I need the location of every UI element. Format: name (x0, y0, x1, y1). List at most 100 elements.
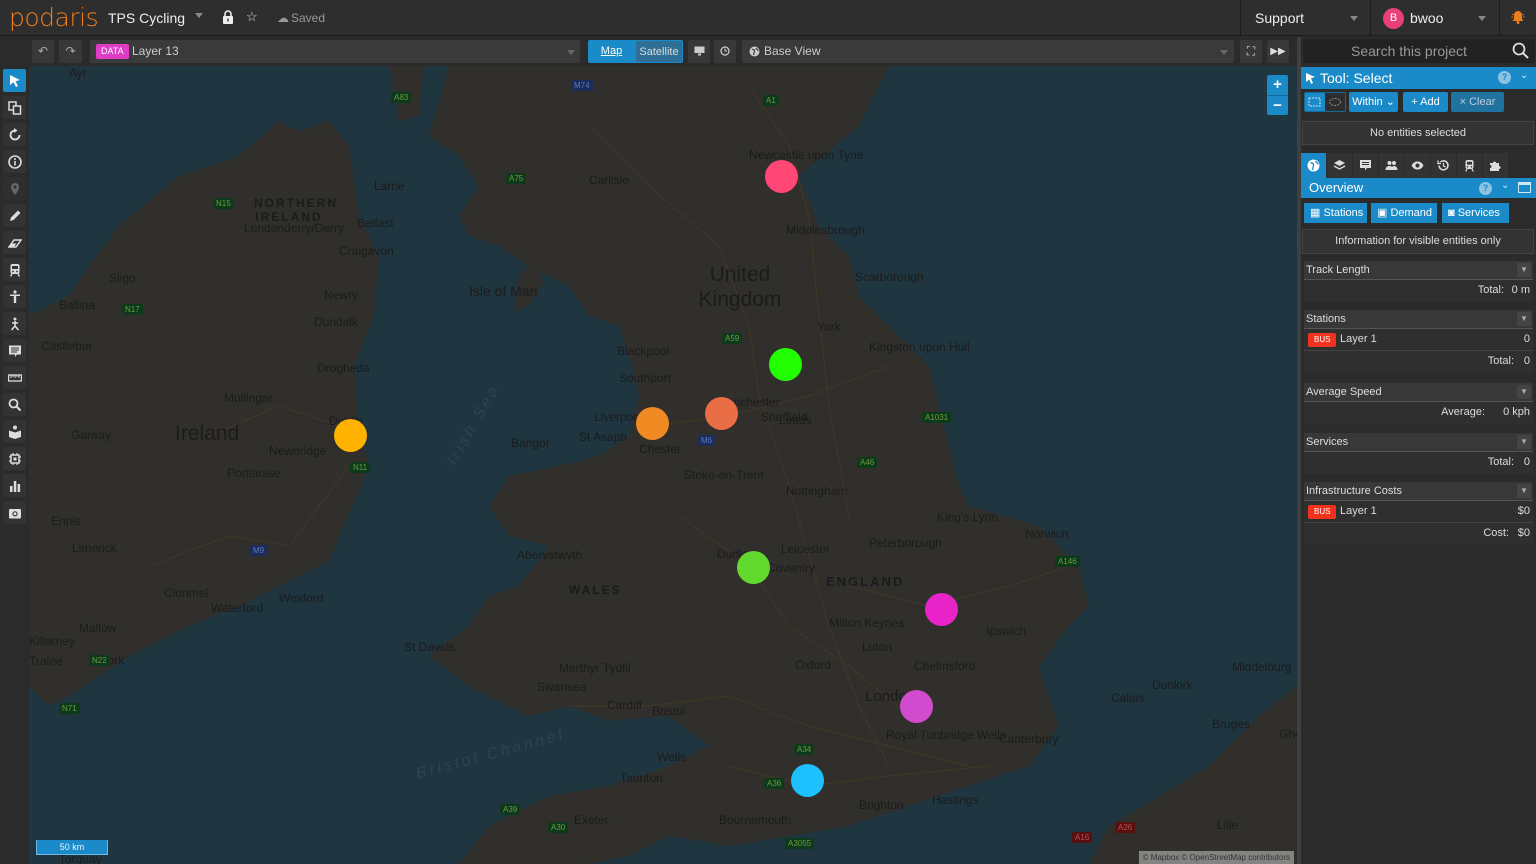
rotate-tool[interactable] (3, 123, 26, 146)
search-icon[interactable] (1512, 42, 1529, 59)
podaris-logo[interactable]: podaris (9, 3, 99, 32)
popout-icon[interactable] (1518, 182, 1531, 193)
station-marker-leeds[interactable] (769, 348, 802, 381)
station-marker-london[interactable] (900, 690, 933, 723)
undo-button[interactable]: ↶ (32, 40, 54, 63)
section-header[interactable]: Services ▼ (1304, 433, 1533, 452)
chevron-down-icon[interactable]: ▼ (1517, 484, 1531, 498)
chevron-down-icon[interactable]: ▼ (1517, 312, 1531, 326)
tab-plugins[interactable] (1483, 153, 1508, 178)
redo-button[interactable]: ↷ (59, 40, 82, 63)
avatar[interactable]: B (1383, 8, 1404, 29)
support-menu[interactable]: Support (1255, 10, 1304, 26)
selection-mode-toggle[interactable] (1304, 92, 1346, 112)
layer-caret-icon (567, 50, 575, 55)
chevron-down-icon[interactable]: ▼ (1517, 385, 1531, 399)
chevron-down-icon[interactable]: ⌄ (1501, 180, 1509, 191)
chevron-down-icon[interactable]: ▼ (1517, 263, 1531, 277)
zoom-in-button[interactable]: + (1267, 75, 1288, 95)
project-menu-caret-icon[interactable] (195, 13, 203, 18)
comment-tool[interactable] (3, 339, 26, 362)
city-label: Mallow (79, 621, 117, 635)
station-marker-birmingham[interactable] (737, 551, 770, 584)
station-marker-dublin[interactable] (334, 419, 367, 452)
clock-button[interactable] (714, 40, 736, 63)
station-marker-cambridge[interactable] (925, 593, 958, 626)
within-dropdown[interactable]: Within ⌄ (1349, 92, 1398, 112)
section-header[interactable]: Track Length ▼ (1304, 261, 1533, 280)
erase-tool[interactable] (3, 231, 26, 254)
select-tool[interactable] (3, 69, 26, 92)
separator (1370, 0, 1371, 36)
section-title: Average Speed (1306, 386, 1382, 398)
road-shield: N22 (89, 655, 110, 666)
story-tool[interactable] (3, 420, 26, 443)
layer-name: Layer 13 (132, 44, 179, 58)
user-caret-icon[interactable] (1478, 16, 1486, 21)
tab-transit[interactable] (1457, 153, 1482, 178)
view-select[interactable]: Base View (742, 40, 1234, 63)
comment-icon (8, 345, 21, 357)
project-search[interactable]: Search this project (1303, 39, 1535, 63)
measure-tool[interactable] (3, 366, 26, 389)
collapse-panel-button[interactable]: ▶▶ (1267, 40, 1289, 63)
chart-tool[interactable] (3, 474, 26, 497)
station-marker-newcastle[interactable] (765, 160, 798, 193)
total-label: Total: (1477, 284, 1504, 296)
section-header[interactable]: Stations ▼ (1304, 310, 1533, 329)
station-marker-manchester[interactable] (705, 397, 738, 430)
map-mode-button[interactable]: Map (588, 40, 635, 63)
transit-tool[interactable] (3, 258, 26, 281)
train-icon (9, 263, 20, 277)
section-header[interactable]: Infrastructure Costs ▼ (1304, 482, 1533, 501)
tab-history[interactable] (1431, 153, 1456, 178)
clock-icon (720, 46, 730, 56)
city-label: Bournemouth (719, 813, 792, 827)
city-label: Royal Tunbridge Wells (886, 728, 1006, 742)
road-shield: M9 (250, 545, 268, 556)
copy-tool[interactable] (3, 96, 26, 119)
station-marker-southampton[interactable] (791, 764, 824, 797)
zoom-out-button[interactable]: − (1267, 95, 1288, 115)
username[interactable]: bwoo (1410, 10, 1443, 26)
ruler-icon (7, 373, 22, 382)
layer-select[interactable]: DATA Layer 13 (90, 40, 580, 63)
chevron-down-icon[interactable]: ▼ (1517, 435, 1531, 449)
city-label: Dundalk (314, 315, 359, 329)
tab-users[interactable] (1379, 153, 1404, 178)
fullscreen-button[interactable]: ⛶ (1240, 40, 1262, 63)
layer-value: 0 (1523, 333, 1530, 345)
satellite-mode-button[interactable]: Satellite (635, 40, 683, 63)
person-tool[interactable] (3, 285, 26, 308)
draw-tool[interactable] (3, 204, 26, 227)
bell-icon[interactable] (1510, 9, 1526, 25)
walk-tool[interactable] (3, 312, 26, 335)
chevron-down-icon[interactable]: ⌄ (1520, 70, 1528, 81)
screenshot-tool[interactable] (3, 501, 26, 524)
help-icon[interactable]: ? (1479, 182, 1492, 195)
tab-overview[interactable] (1301, 153, 1326, 178)
search-tool[interactable] (3, 393, 26, 416)
section-header[interactable]: Average Speed ▼ (1304, 383, 1533, 402)
demand-button[interactable]: ▣ Demand (1371, 203, 1437, 223)
camera-icon (8, 508, 21, 518)
map-attribution[interactable]: © Mapbox © OpenStreetMap contributors (1138, 851, 1294, 864)
add-button[interactable]: + Add (1403, 92, 1448, 112)
tab-visibility[interactable] (1405, 153, 1430, 178)
services-button[interactable]: ◙ Services (1442, 203, 1509, 223)
monitor-button[interactable] (688, 40, 710, 63)
lock-icon[interactable] (222, 10, 234, 24)
help-icon[interactable]: ? (1498, 71, 1511, 84)
map-canvas[interactable]: United Kingdom Ireland Isle of Man NORTH… (29, 66, 1297, 864)
info-tool[interactable] (3, 150, 26, 173)
support-caret-icon[interactable] (1350, 16, 1358, 21)
chip-tool[interactable] (3, 447, 26, 470)
clear-button[interactable]: × Clear (1451, 92, 1504, 112)
project-title[interactable]: TPS Cycling (108, 10, 185, 26)
pin-tool[interactable] (3, 177, 26, 200)
tab-comments[interactable] (1353, 153, 1378, 178)
tab-layers[interactable] (1327, 153, 1352, 178)
station-marker-liverpool[interactable] (636, 407, 669, 440)
stations-button[interactable]: ▦ Stations (1304, 203, 1367, 223)
star-icon[interactable]: ☆ (246, 9, 258, 25)
